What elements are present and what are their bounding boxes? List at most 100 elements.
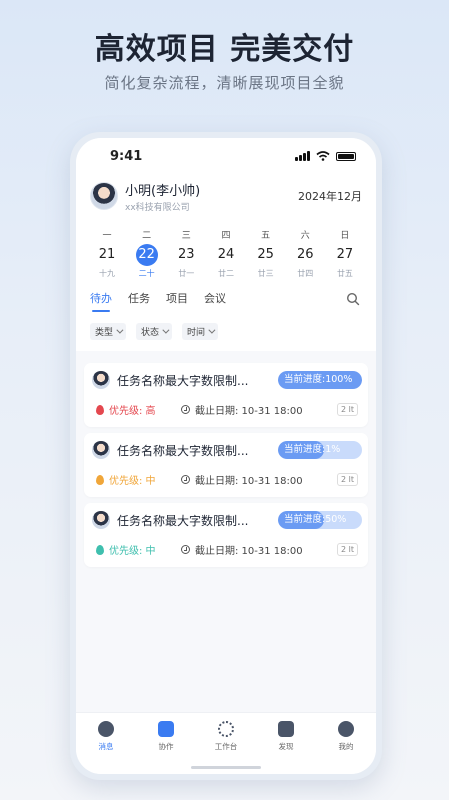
calendar-day[interactable]: 六 26 廿四 — [290, 228, 320, 279]
tab-1[interactable]: 任务 — [128, 289, 150, 313]
assignee-avatar — [92, 441, 110, 459]
profile-info: 小明(李小帅) xx科技有限公司 — [125, 180, 298, 213]
task-title: 任务名称最大字数限制... — [117, 443, 249, 458]
home-indicator — [191, 766, 261, 769]
lunar-date: 廿三 — [257, 269, 274, 278]
calendar-day[interactable]: 一 21 十九 — [92, 228, 122, 279]
weekday-label: 日 — [340, 231, 350, 241]
calendar-day[interactable]: 日 27 廿五 — [330, 228, 360, 279]
weekday-label: 一 — [102, 231, 112, 241]
progress-label: 当前进度:100% — [284, 374, 353, 385]
priority-icon — [96, 474, 104, 485]
bottom-nav: 消息 协作 工作台 发现 我的 — [76, 712, 376, 774]
wifi-icon — [316, 151, 330, 161]
task-meta: 优先级: 高 截止日期: 10-31 18:00 2 lt — [92, 402, 362, 417]
tab-2[interactable]: 项目 — [166, 289, 188, 313]
progress-label: 当前进度:1% — [284, 444, 341, 455]
week-calendar: 一 21 十九 二 22 二十 三 23 廿一 四 24 廿二 五 25 廿三 六 26 廿四 日 27 廿五 — [90, 228, 362, 279]
task-meta: 优先级: 中 截止日期: 10-31 18:00 2 lt — [92, 472, 362, 487]
tab-0[interactable]: 待办 — [90, 289, 112, 313]
comment-count: 2 lt — [337, 473, 358, 486]
discover-icon — [278, 721, 294, 737]
status-bar: 9:41 — [90, 138, 362, 174]
date-number: 26 — [297, 247, 314, 262]
avatar[interactable] — [90, 182, 118, 210]
task-header: 任务名称最大字数限制... 当前进度:1% — [92, 441, 362, 459]
lunar-date: 廿一 — [178, 269, 195, 278]
task-card[interactable]: 任务名称最大字数限制... 当前进度:1% 优先级: 中 截止日期: 10-31 18… — [84, 433, 368, 497]
phone-frame: 9:41 小明(李小帅) xx科技有限公司 2024年12月 一 21 十九二 22 二… — [70, 132, 382, 780]
profile-header[interactable]: 小明(李小帅) xx科技有限公司 2024年12月 — [90, 178, 362, 214]
assignee-avatar — [92, 511, 110, 529]
filter-label: 状态 — [141, 328, 160, 338]
weekday-label: 五 — [261, 231, 271, 241]
nav-label: 我的 — [338, 742, 354, 751]
date-number: 23 — [178, 247, 195, 262]
date-number: 22 — [135, 244, 158, 266]
calendar-day[interactable]: 四 24 廿二 — [211, 228, 241, 279]
nav-label: 协作 — [158, 742, 174, 751]
date-number: 24 — [217, 247, 235, 262]
tab-bar: 待办 任务 项目 会议 — [90, 289, 362, 313]
promo-headline: 高效项目 完美交付 — [94, 32, 355, 67]
progress-badge: 当前进度:1% — [278, 441, 362, 459]
date-number: 25 — [257, 247, 274, 262]
calendar-day[interactable]: 二 22 二十 — [132, 228, 162, 279]
weekday-label: 六 — [300, 231, 310, 241]
clock-icon — [181, 405, 190, 414]
calendar-day[interactable]: 五 25 廿三 — [251, 228, 281, 279]
comment-count: 2 lt — [337, 403, 358, 416]
task-meta: 优先级: 中 截止日期: 10-31 18:00 2 lt — [92, 542, 362, 557]
lunar-date: 廿二 — [217, 269, 234, 278]
chevron-down-icon — [162, 326, 170, 334]
filter-dropdown[interactable]: 时间 — [182, 323, 219, 340]
weekday-label: 二 — [142, 231, 152, 241]
clock-icon — [181, 475, 190, 484]
nav-label: 工作台 — [214, 742, 238, 751]
nav-item-4[interactable]: 我的 — [321, 721, 371, 774]
filter-dropdown[interactable]: 类型 — [90, 323, 127, 340]
workbench-icon — [218, 721, 234, 737]
lunar-date: 二十 — [138, 269, 155, 278]
search-icon[interactable] — [346, 292, 360, 306]
calendar-day[interactable]: 三 23 廿一 — [171, 228, 201, 279]
comment-count: 2 lt — [337, 543, 358, 556]
tab-3[interactable]: 会议 — [204, 289, 226, 313]
profile-company: xx科技有限公司 — [125, 202, 190, 213]
nav-item-0[interactable]: 消息 — [81, 721, 131, 774]
nav-label: 消息 — [98, 742, 114, 751]
deadline-text: 截止日期: 10-31 18:00 — [195, 406, 303, 417]
collab-icon — [158, 721, 174, 737]
clock-icon — [181, 545, 190, 554]
month-selector[interactable]: 2024年12月 — [298, 188, 362, 204]
nav-item-3[interactable]: 发现 — [261, 721, 311, 774]
nav-label: 发现 — [278, 742, 294, 751]
filter-dropdown[interactable]: 状态 — [136, 323, 173, 340]
assignee-avatar — [92, 371, 110, 389]
deadline-text: 截止日期: 10-31 18:00 — [195, 476, 303, 487]
chevron-down-icon — [116, 326, 124, 334]
filter-label: 类型 — [95, 328, 114, 338]
priority-icon — [96, 544, 104, 555]
promo-subline: 简化复杂流程，清晰展现项目全貌 — [104, 74, 345, 92]
progress-badge: 当前进度:50% — [278, 511, 362, 529]
progress-label: 当前进度:50% — [284, 514, 347, 525]
app-screen: 9:41 小明(李小帅) xx科技有限公司 2024年12月 一 21 十九二 22 二… — [76, 138, 376, 774]
date-number: 27 — [336, 247, 354, 262]
task-card[interactable]: 任务名称最大字数限制... 当前进度:100% 优先级: 高 截止日期: 10-31 … — [84, 363, 368, 427]
filter-label: 时间 — [187, 328, 206, 338]
task-header: 任务名称最大字数限制... 当前进度:100% — [92, 371, 362, 389]
chevron-down-icon — [208, 326, 216, 334]
priority-label: 优先级: 高 — [109, 406, 156, 417]
nav-item-1[interactable]: 协作 — [141, 721, 191, 774]
battery-icon — [336, 151, 356, 161]
profile-name: 小明(李小帅) — [125, 183, 201, 199]
signal-icon — [295, 151, 310, 161]
priority-label: 优先级: 中 — [109, 476, 156, 487]
task-card[interactable]: 任务名称最大字数限制... 当前进度:50% 优先级: 中 截止日期: 10-31 1… — [84, 503, 368, 567]
status-icons — [295, 151, 356, 161]
task-list: 任务名称最大字数限制... 当前进度:100% 优先级: 高截止日期: 10-31 … — [76, 359, 376, 567]
weekday-label: 三 — [181, 231, 191, 241]
weekday-label: 四 — [221, 231, 231, 241]
task-header: 任务名称最大字数限制... 当前进度:50% — [92, 511, 362, 529]
